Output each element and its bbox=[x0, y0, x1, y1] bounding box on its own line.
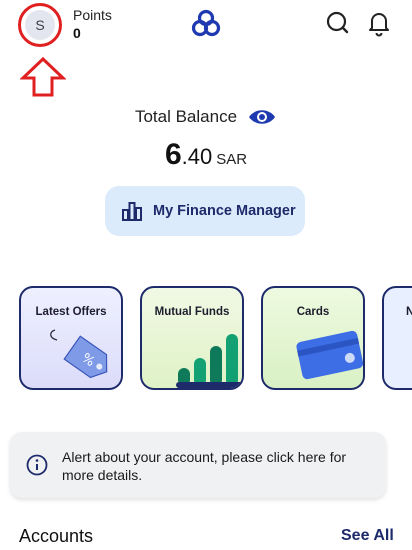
up-arrow-annotation bbox=[20, 56, 66, 97]
alert-text: Alert about your account, please click h… bbox=[62, 449, 347, 483]
tile-mutual-funds[interactable]: Mutual Funds bbox=[140, 286, 244, 390]
balance-header: Total Balance bbox=[0, 104, 412, 130]
tile-cards[interactable]: Cards bbox=[261, 286, 365, 390]
tile-latest-offers[interactable]: Latest Offers % bbox=[19, 286, 123, 390]
account-alert-banner[interactable]: Alert about your account, please click h… bbox=[10, 432, 386, 498]
tile-label: Latest Offers bbox=[35, 306, 107, 318]
info-icon bbox=[26, 454, 48, 476]
quick-tiles-row: Latest Offers % Mutual Funds Cards bbox=[0, 284, 412, 392]
tile-label: Cards bbox=[296, 306, 330, 318]
chart-icon bbox=[122, 202, 142, 221]
bell-icon[interactable] bbox=[366, 9, 392, 37]
points-label: Points bbox=[73, 7, 112, 23]
amount-decimal: .40 bbox=[181, 144, 213, 169]
logo-icon bbox=[191, 9, 221, 37]
eye-icon[interactable] bbox=[247, 106, 277, 128]
avatar[interactable]: S bbox=[25, 10, 55, 40]
search-icon[interactable] bbox=[325, 10, 351, 36]
points-value[interactable]: 0 bbox=[73, 25, 81, 41]
top-bar: S Points 0 bbox=[0, 0, 412, 56]
tile-more[interactable]: N bbox=[382, 286, 412, 390]
my-finance-manager-button[interactable]: My Finance Manager bbox=[105, 186, 305, 236]
offer-tag-icon: % bbox=[50, 329, 108, 379]
currency-label: SAR bbox=[216, 151, 248, 168]
total-balance-label: Total Balance bbox=[134, 107, 238, 126]
growth-bars-icon bbox=[176, 334, 242, 388]
tile-label: Mutual Funds bbox=[154, 306, 230, 318]
my-finance-manager-label: My Finance Manager bbox=[153, 203, 296, 219]
balance-amount: 6 .40 SAR bbox=[0, 138, 412, 172]
see-all-link[interactable]: See All bbox=[341, 527, 394, 545]
card-icon bbox=[296, 330, 363, 380]
accounts-title: Accounts bbox=[19, 526, 94, 546]
amount-integer: 6 bbox=[164, 138, 182, 171]
tile-label: N bbox=[406, 306, 412, 318]
